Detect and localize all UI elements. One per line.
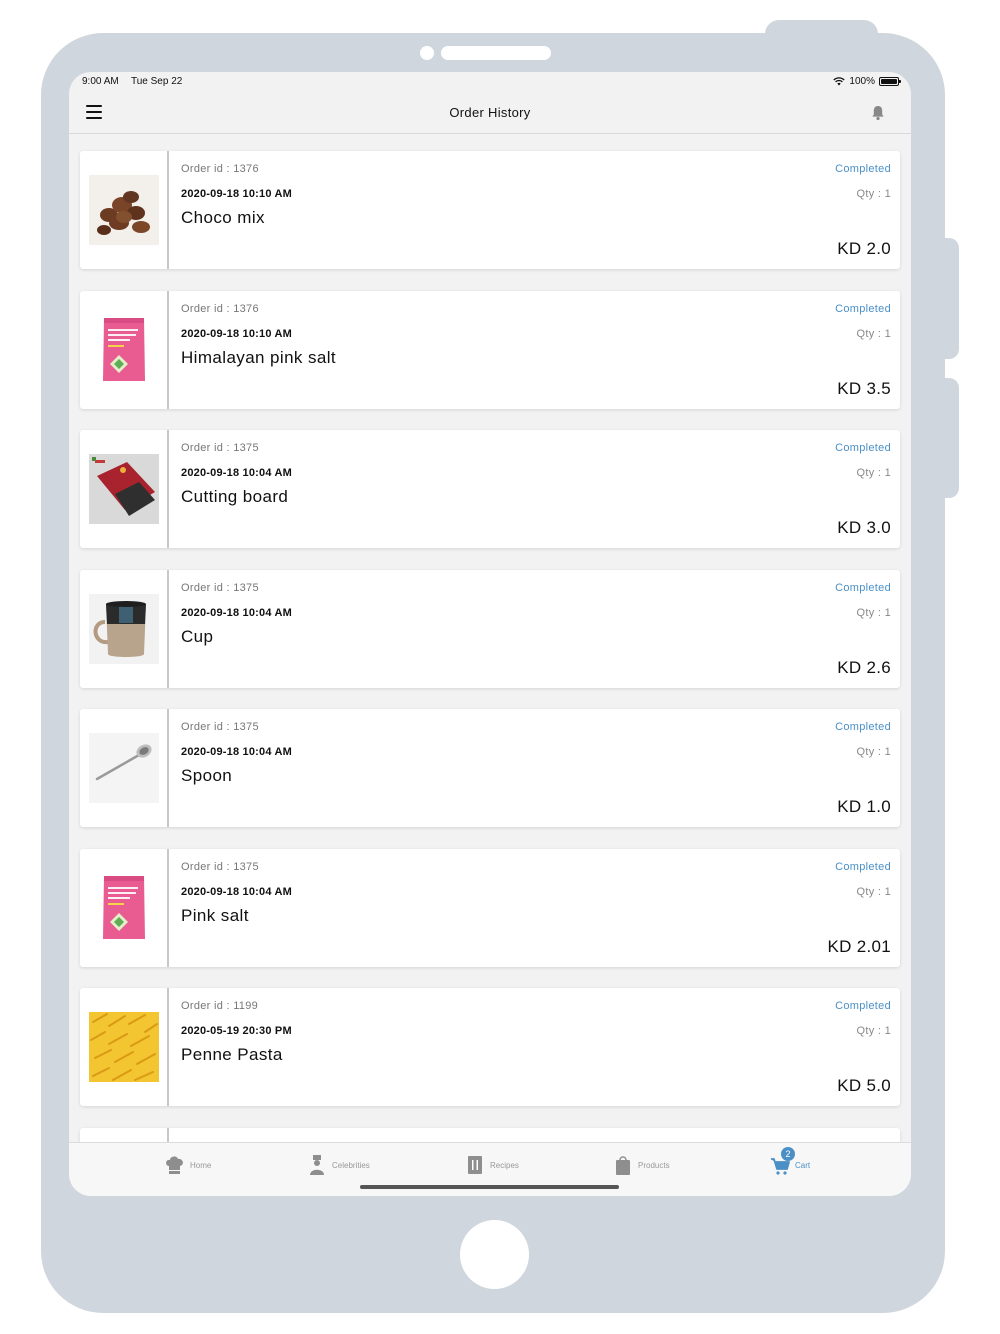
status-badge: Completed bbox=[835, 442, 891, 454]
tab-products[interactable]: Products bbox=[613, 1153, 670, 1177]
product-thumbnail bbox=[80, 1128, 169, 1142]
order-id: Order id : 1375 bbox=[181, 582, 259, 594]
order-price: KD 2.01 bbox=[827, 937, 891, 956]
order-qty: Qty : 1 bbox=[856, 886, 891, 898]
order-card[interactable]: Order id : 1375 2020-09-18 10:04 AM Cup … bbox=[80, 570, 900, 688]
order-date: 2020-09-18 10:10 AM bbox=[181, 328, 293, 340]
status-badge: Completed bbox=[835, 303, 891, 315]
order-price: KD 1.0 bbox=[837, 797, 891, 816]
app-screen: 9:00 AM Tue Sep 22 100% Order History Or… bbox=[69, 72, 911, 1196]
product-name: Pink salt bbox=[181, 906, 249, 925]
penne-pasta-image bbox=[88, 1012, 159, 1082]
order-qty: Qty : 1 bbox=[856, 746, 891, 758]
status-time: 9:00 AM bbox=[82, 76, 119, 87]
order-date: 2020-05-19 20:30 PM bbox=[181, 1025, 292, 1037]
cart-badge: 2 bbox=[781, 1147, 795, 1161]
volume-down-button bbox=[938, 378, 959, 498]
order-price: KD 3.0 bbox=[837, 518, 891, 537]
status-date: Tue Sep 22 bbox=[131, 76, 183, 87]
product-thumbnail bbox=[80, 849, 169, 967]
nav-bar: Order History bbox=[69, 94, 911, 134]
product-thumbnail bbox=[80, 430, 169, 548]
pink-salt-pouch-image bbox=[88, 315, 159, 385]
status-badge: Completed bbox=[835, 1000, 891, 1012]
order-date: 2020-09-18 10:04 AM bbox=[181, 746, 293, 758]
order-qty: Qty : 1 bbox=[856, 467, 891, 479]
order-list: Order id : 1376 2020-09-18 10:10 AM Choc… bbox=[69, 134, 911, 1142]
order-price: KD 5.0 bbox=[837, 1076, 891, 1095]
product-thumbnail bbox=[80, 291, 169, 409]
order-card[interactable]: Order id : 1199 2020-05-19 20:30 PM Penn… bbox=[80, 988, 900, 1106]
order-card[interactable]: Order id : 1376 2020-09-18 10:10 AM Choc… bbox=[80, 151, 900, 269]
order-id: Order id : 1375 bbox=[181, 721, 259, 733]
tab-cart[interactable]: 2 Cart bbox=[770, 1147, 811, 1177]
order-qty: Qty : 1 bbox=[856, 607, 891, 619]
order-date: 2020-09-18 10:04 AM bbox=[181, 467, 293, 479]
status-bar: 9:00 AM Tue Sep 22 100% bbox=[69, 72, 911, 94]
order-qty: Qty : 1 bbox=[856, 1025, 891, 1037]
product-name: Penne Pasta bbox=[181, 1045, 283, 1064]
battery-icon bbox=[879, 77, 901, 86]
home-indicator bbox=[360, 1185, 619, 1189]
order-date: 2020-09-18 10:04 AM bbox=[181, 886, 293, 898]
status-right: 100% bbox=[833, 76, 901, 87]
order-card[interactable] bbox=[80, 1128, 900, 1142]
product-name: Choco mix bbox=[181, 208, 265, 227]
tab-label: Home bbox=[190, 1160, 212, 1170]
tab-label: Cart bbox=[795, 1160, 811, 1170]
order-price: KD 2.6 bbox=[837, 658, 891, 677]
volume-up-button bbox=[938, 238, 959, 359]
tab-label: Celebrities bbox=[332, 1160, 370, 1170]
order-id: Order id : 1376 bbox=[181, 163, 259, 175]
product-name: Cup bbox=[181, 627, 214, 646]
order-card[interactable]: Order id : 1375 2020-09-18 10:04 AM Pink… bbox=[80, 849, 900, 967]
order-date: 2020-09-18 10:10 AM bbox=[181, 188, 293, 200]
tab-celebrities[interactable]: Celebrities bbox=[307, 1153, 370, 1177]
tab-label: Recipes bbox=[490, 1160, 519, 1170]
chocolate-chips-image bbox=[88, 175, 159, 245]
status-badge: Completed bbox=[835, 582, 891, 594]
cutting-board-image bbox=[88, 454, 159, 524]
pink-salt-pouch-image bbox=[88, 873, 159, 943]
battery-percent: 100% bbox=[849, 76, 875, 87]
page-title: Order History bbox=[449, 105, 531, 120]
home-button[interactable] bbox=[460, 1220, 529, 1289]
wifi-icon bbox=[833, 77, 846, 86]
product-name: Himalayan pink salt bbox=[181, 348, 336, 367]
tab-label: Products bbox=[638, 1160, 670, 1170]
speaker-grille bbox=[441, 46, 551, 60]
chef-person-icon bbox=[310, 1155, 324, 1175]
order-qty: Qty : 1 bbox=[856, 188, 891, 200]
order-id: Order id : 1376 bbox=[181, 303, 259, 315]
spoon-image bbox=[88, 733, 159, 803]
mug-image bbox=[88, 594, 159, 664]
shopping-bag-icon bbox=[616, 1156, 630, 1175]
tab-recipes[interactable]: Recipes bbox=[465, 1153, 519, 1177]
status-badge: Completed bbox=[835, 861, 891, 873]
product-name: Cutting board bbox=[181, 487, 289, 506]
chef-hat-icon bbox=[166, 1156, 183, 1174]
order-qty: Qty : 1 bbox=[856, 328, 891, 340]
status-badge: Completed bbox=[835, 721, 891, 733]
status-badge: Completed bbox=[835, 163, 891, 175]
order-card[interactable]: Order id : 1375 2020-09-18 10:04 AM Spoo… bbox=[80, 709, 900, 827]
order-price: KD 3.5 bbox=[837, 379, 891, 398]
order-price: KD 2.0 bbox=[837, 239, 891, 258]
product-thumbnail bbox=[80, 988, 169, 1106]
order-id: Order id : 1375 bbox=[181, 861, 259, 873]
recipe-book-icon bbox=[468, 1156, 482, 1174]
order-card[interactable]: Order id : 1375 2020-09-18 10:04 AM Cutt… bbox=[80, 430, 900, 548]
product-thumbnail bbox=[80, 570, 169, 688]
order-date: 2020-09-18 10:04 AM bbox=[181, 607, 293, 619]
tab-home[interactable]: Home bbox=[165, 1153, 211, 1177]
front-camera bbox=[420, 46, 434, 60]
order-id: Order id : 1199 bbox=[181, 1000, 259, 1012]
bell-icon[interactable] bbox=[870, 104, 886, 122]
product-thumbnail bbox=[80, 151, 169, 269]
product-name: Spoon bbox=[181, 766, 233, 785]
product-thumbnail bbox=[80, 709, 169, 827]
order-id: Order id : 1375 bbox=[181, 442, 259, 454]
order-card[interactable]: Order id : 1376 2020-09-18 10:10 AM Hima… bbox=[80, 291, 900, 409]
